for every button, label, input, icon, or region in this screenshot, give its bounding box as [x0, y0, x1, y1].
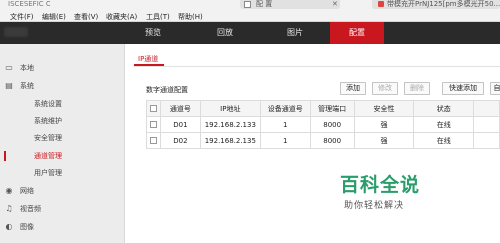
more-button[interactable]: 自 [490, 82, 500, 95]
column-header-extra [473, 100, 500, 117]
sidebar-item-network[interactable]: ◉ 网络 [0, 183, 124, 199]
table-row[interactable]: D02 192.168.2.135 1 8000 强 在线 [146, 132, 500, 149]
close-tab-icon[interactable]: ✕ [332, 0, 338, 9]
row-select-cell[interactable] [146, 116, 161, 133]
main-content: IP通道 数字通道配置 添加 修改 删除 快速添加 自 通道号 IP地址 设备通… [126, 44, 500, 243]
nav-preview[interactable]: 预览 [126, 22, 180, 44]
menu-tools[interactable]: 工具(T) [146, 12, 170, 22]
row-checkbox[interactable] [149, 137, 157, 144]
table-row[interactable]: D01 192.168.2.133 1 8000 强 在线 [146, 116, 500, 133]
sidebar-item-label: 本地 [20, 64, 34, 72]
sidebar-item-label: 视音频 [20, 205, 41, 213]
cell-status: 在线 [413, 132, 475, 149]
sidebar-item-system-maintenance[interactable]: 系统维护 [0, 113, 124, 129]
cell-security: 强 [353, 116, 415, 133]
sidebar-item-system[interactable]: ▤ 系统 [0, 78, 124, 94]
nav-playback[interactable]: 回放 [198, 22, 252, 44]
browser-tab-2-label: 配 置 [256, 0, 273, 8]
divider [134, 66, 500, 67]
menu-help[interactable]: 帮助(H) [178, 12, 203, 22]
watermark-title: 百科全说 [340, 174, 421, 196]
column-header: 安全性 [353, 100, 415, 117]
watermark-subtitle: 助你轻松解决 [344, 201, 405, 211]
cell-device-channel: 1 [259, 116, 311, 133]
globe-icon: ◉ [5, 186, 13, 195]
video-audio-icon: ♫ [5, 204, 13, 213]
cell-port: 8000 [309, 116, 355, 133]
sidebar-item-channel-management[interactable]: 通道管理 [0, 148, 124, 164]
cell-device-channel: 1 [259, 132, 311, 149]
nav-configuration[interactable]: 配置 [330, 22, 384, 44]
select-all-checkbox[interactable] [149, 105, 157, 112]
nav-picture[interactable]: 图片 [268, 22, 322, 44]
sidebar-item-label: 安全管理 [34, 134, 62, 142]
sidebar-item-local[interactable]: ▭ 本地 [0, 60, 124, 76]
column-header: IP地址 [199, 100, 261, 117]
menu-edit[interactable]: 编辑(E) [42, 12, 66, 22]
sidebar: ▭ 本地 ▤ 系统 系统设置 系统维护 安全管理 通道管理 用户管理 ◉ 网络 … [0, 44, 125, 243]
browser-tab-2[interactable] [240, 0, 340, 9]
sidebar-item-user-management[interactable]: 用户管理 [0, 165, 124, 181]
sidebar-item-security[interactable]: 安全管理 [0, 130, 124, 146]
sidebar-item-image[interactable]: ◐ 图像 [0, 219, 124, 235]
cell-ip: 192.168.2.133 [199, 116, 261, 133]
page-icon [244, 1, 251, 8]
menu-view[interactable]: 查看(V) [74, 12, 98, 22]
quick-add-button[interactable]: 快速添加 [442, 82, 484, 95]
menu-favorites[interactable]: 收藏夹(A) [106, 12, 137, 22]
column-header: 通道号 [159, 100, 201, 117]
cell-channel: D01 [159, 116, 201, 133]
cell-channel: D02 [159, 132, 201, 149]
edit-button[interactable]: 修改 [372, 82, 398, 95]
menu-file[interactable]: 文件(F) [10, 12, 34, 22]
section-title: 数字通道配置 [146, 86, 188, 94]
tab-ip-channel[interactable]: IP通道 [138, 54, 158, 64]
column-header: 状态 [413, 100, 475, 117]
column-header: 管理端口 [309, 100, 355, 117]
top-navigation: 预览 回放 图片 配置 [0, 22, 500, 44]
favicon-icon [378, 1, 384, 7]
row-checkbox[interactable] [149, 121, 157, 128]
sidebar-item-label: 图像 [20, 223, 34, 231]
logo [4, 27, 28, 37]
table-header-row: 通道号 IP地址 设备通道号 管理端口 安全性 状态 [146, 100, 500, 117]
sidebar-item-label: 通道管理 [34, 152, 62, 160]
image-icon: ◐ [5, 222, 13, 231]
select-all-cell[interactable] [146, 100, 161, 117]
cell-security: 强 [353, 132, 415, 149]
browser-tab-3-label: 带模充开PrNJ125[pm多模光开50... [387, 0, 500, 8]
cell-ip: 192.168.2.135 [199, 132, 261, 149]
sidebar-item-video-audio[interactable]: ♫ 视音频 [0, 201, 124, 217]
sidebar-item-label: 系统设置 [34, 100, 62, 108]
cell-status: 在线 [413, 116, 475, 133]
add-button[interactable]: 添加 [340, 82, 366, 95]
column-header: 设备通道号 [259, 100, 311, 117]
delete-button[interactable]: 删除 [404, 82, 430, 95]
sidebar-item-label: 系统 [20, 82, 34, 90]
cell-extra [473, 116, 500, 133]
sidebar-item-label: 用户管理 [34, 169, 62, 177]
cell-port: 8000 [309, 132, 355, 149]
system-icon: ▤ [5, 81, 13, 90]
row-select-cell[interactable] [146, 132, 161, 149]
sidebar-item-system-settings[interactable]: 系统设置 [0, 96, 124, 112]
monitor-icon: ▭ [5, 63, 13, 72]
browser-menubar: 文件(F) 编辑(E) 查看(V) 收藏夹(A) 工具(T) 帮助(H) [0, 9, 500, 22]
browser-tab-1[interactable]: ISCESEFIC O [8, 0, 50, 9]
cell-extra [473, 132, 500, 149]
sidebar-item-label: 系统维护 [34, 117, 62, 125]
sidebar-item-label: 网络 [20, 187, 34, 195]
ip-channel-table: 通道号 IP地址 设备通道号 管理端口 安全性 状态 D01 192.168.2… [146, 100, 500, 149]
